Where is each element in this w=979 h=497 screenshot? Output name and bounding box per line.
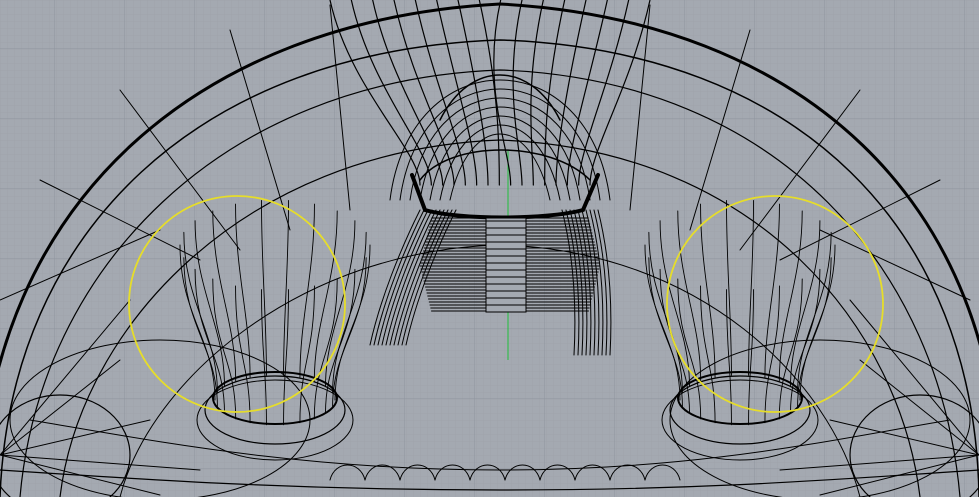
modeling-viewport[interactable] <box>0 0 979 497</box>
